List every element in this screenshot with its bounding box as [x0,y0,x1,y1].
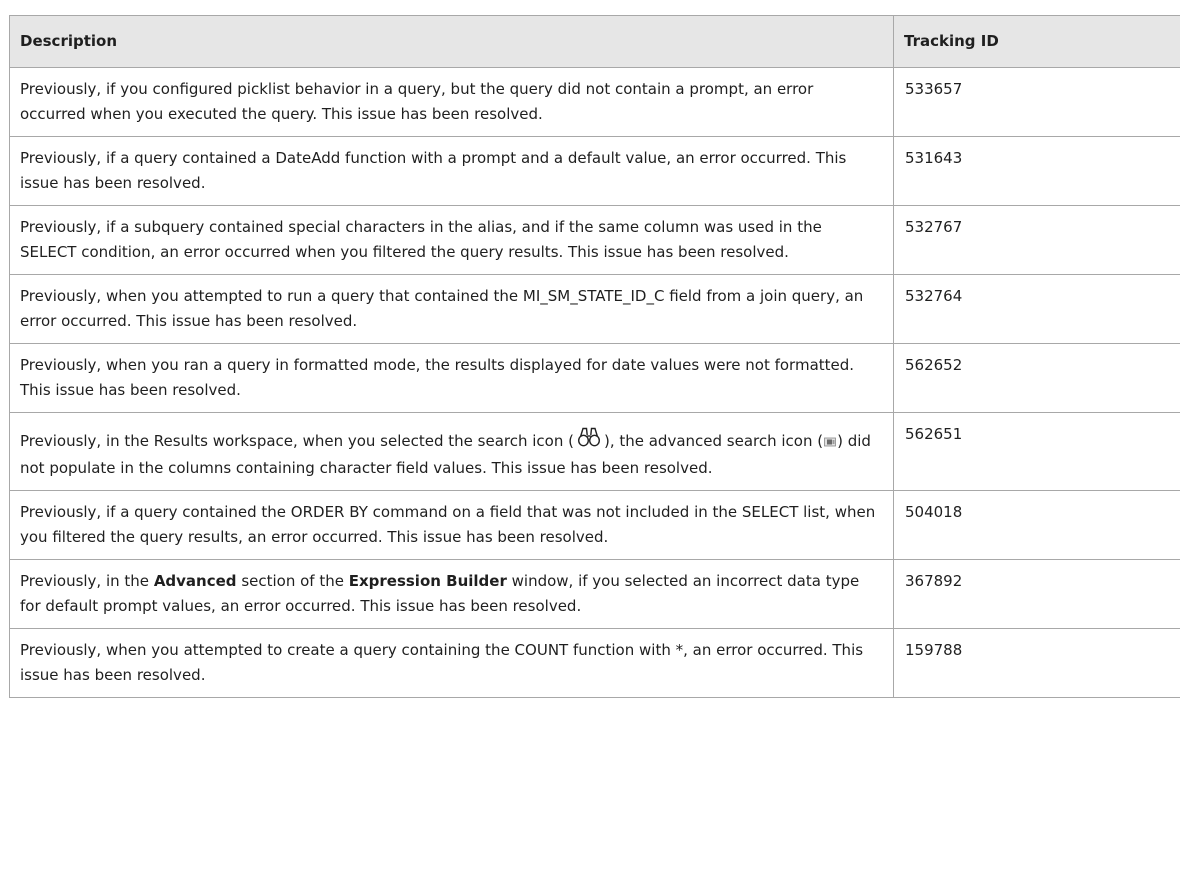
tracking-id-column-header: Tracking ID [893,15,1180,68]
description-cell: Previously, if a query contained a DateA… [9,136,894,206]
tracking-id-cell: 532764 [893,274,1180,344]
advanced-section-name: Advanced [153,572,237,590]
tracking-id-cell: 531643 [893,136,1180,206]
table-row: Previously, if a query contained a DateA… [9,136,1180,206]
description-cell: Previously, if a query contained the ORD… [9,490,894,560]
tracking-id-cell: 504018 [893,490,1180,560]
tracking-id-cell: 532767 [893,205,1180,275]
tracking-id-cell: 562652 [893,343,1180,413]
expression-builder-window-name: Expression Builder [348,572,507,590]
table-row: Previously, when you attempted to run a … [9,274,1180,344]
description-text-part: Previously, in the Results workspace, wh… [20,432,574,450]
description-cell: Previously, when you attempted to create… [9,628,894,698]
description-cell: Previously, in the Results workspace, wh… [9,412,894,491]
resolved-issues-table: Description Tracking ID Previously, if y… [9,15,1180,698]
tracking-id-cell: 159788 [893,628,1180,698]
tracking-id-cell: 367892 [893,559,1180,629]
table-row: Previously, if you configured picklist b… [9,67,1180,137]
table-row: Previously, if a subquery contained spec… [9,205,1180,275]
advanced-search-icon [824,430,837,455]
table-row: Previously, in the Advanced section of t… [9,559,1180,629]
table-row: Previously, when you attempted to create… [9,628,1180,698]
table-header-row: Description Tracking ID [9,15,1180,68]
description-cell: Previously, in the Advanced section of t… [9,559,894,629]
description-text-part: Previously, in the [20,572,154,590]
description-text-part: section of the [236,572,349,590]
tracking-id-cell: 533657 [893,67,1180,137]
description-cell: Previously, when you ran a query in form… [9,343,894,413]
description-cell: Previously, if a subquery contained spec… [9,205,894,275]
description-text-part: ), the advanced search icon ( [603,432,824,450]
table-row: Previously, when you ran a query in form… [9,343,1180,413]
table-row: Previously, if a query contained the ORD… [9,490,1180,560]
description-cell: Previously, if you configured picklist b… [9,67,894,137]
description-cell: Previously, when you attempted to run a … [9,274,894,344]
tracking-id-cell: 562651 [893,412,1180,491]
description-column-header: Description [9,15,894,68]
binoculars-search-icon [577,426,601,456]
release-notes-table-container: Description Tracking ID Previously, if y… [9,15,1180,698]
table-row: Previously, in the Results workspace, wh… [9,412,1180,491]
